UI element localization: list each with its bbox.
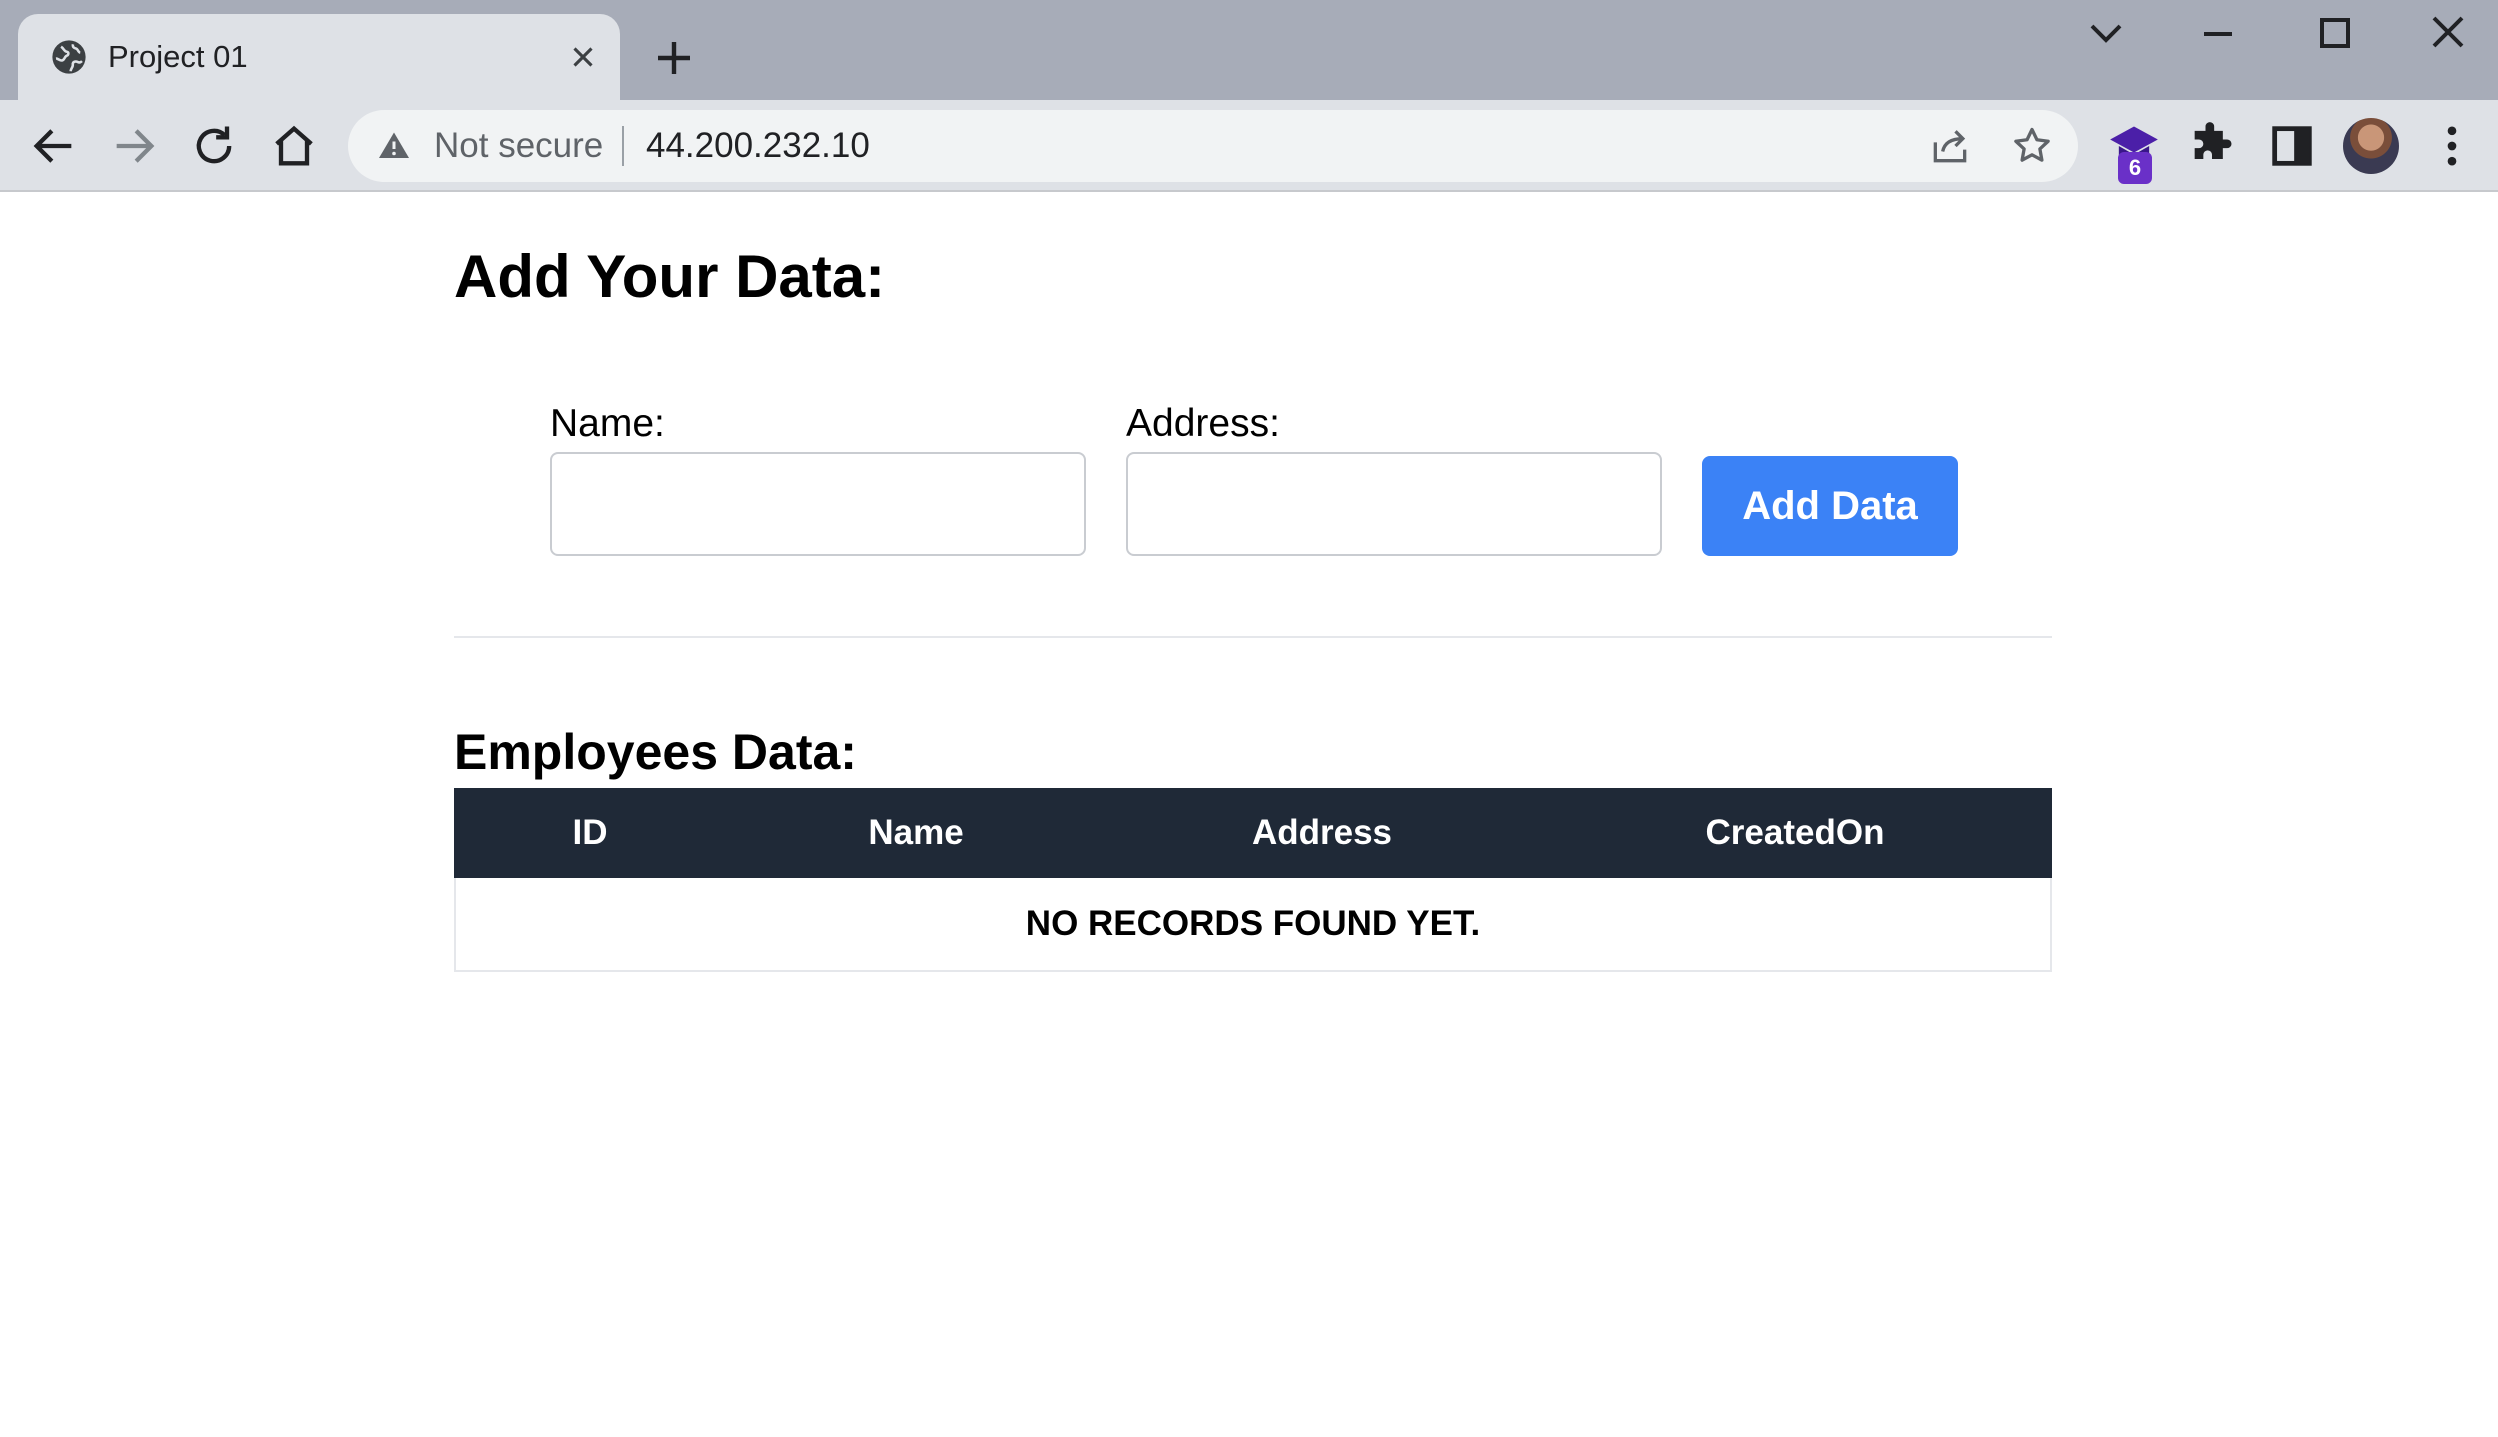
back-arrow-icon[interactable] (28, 120, 80, 172)
security-label[interactable]: Not secure (434, 126, 603, 166)
forward-arrow-icon[interactable] (108, 120, 160, 172)
minimize-icon[interactable] (2188, 10, 2248, 58)
column-header-createdon: CreatedOn (1705, 813, 1885, 852)
side-panel-icon[interactable] (2266, 120, 2318, 172)
address-label: Address: (1126, 402, 1280, 445)
omnibox-separator (622, 126, 624, 166)
maximize-icon[interactable] (2304, 10, 2364, 58)
page-title: Add Your Data: (454, 243, 886, 310)
browser-tab[interactable]: Project 01 (18, 14, 620, 100)
warning-icon[interactable] (376, 128, 412, 164)
section-divider (454, 636, 2052, 638)
browser-toolbar: Not secure 44.200.232.10 6 (0, 100, 2498, 192)
extensions-puzzle-icon[interactable] (2186, 120, 2238, 172)
column-header-name: Name (868, 813, 964, 852)
table-header-row: ID Name Address CreatedOn (454, 788, 2052, 878)
employees-table: ID Name Address CreatedOn NO RECORDS FOU… (454, 788, 2052, 972)
window-close-icon[interactable] (2418, 10, 2478, 58)
reload-icon[interactable] (188, 120, 240, 172)
browser-tab-strip: Project 01 (0, 0, 2498, 100)
tab-close-icon[interactable] (566, 40, 600, 74)
employees-section-title: Employees Data: (454, 724, 857, 780)
add-data-button[interactable]: Add Data (1702, 456, 1958, 556)
tab-title: Project 01 (108, 39, 248, 74)
share-icon[interactable] (1928, 124, 1972, 168)
address-bar[interactable]: Not secure 44.200.232.10 (348, 110, 2078, 182)
column-header-address: Address (1251, 813, 1393, 852)
name-label: Name: (550, 402, 665, 445)
globe-icon (52, 40, 86, 74)
address-input[interactable] (1126, 452, 1662, 556)
new-tab-plus-icon[interactable] (650, 34, 698, 82)
tab-search-chevron-icon[interactable] (2076, 10, 2136, 58)
empty-table-message: NO RECORDS FOUND YET. (454, 878, 2052, 972)
column-header-id: ID (572, 813, 608, 852)
url-text[interactable]: 44.200.232.10 (646, 126, 870, 166)
more-vertical-icon[interactable] (2426, 120, 2478, 172)
bookmark-star-icon[interactable] (2010, 124, 2054, 168)
profile-avatar[interactable] (2343, 118, 2399, 174)
home-icon[interactable] (268, 120, 320, 172)
extension-badge: 6 (2118, 152, 2152, 184)
name-input[interactable] (550, 452, 1086, 556)
